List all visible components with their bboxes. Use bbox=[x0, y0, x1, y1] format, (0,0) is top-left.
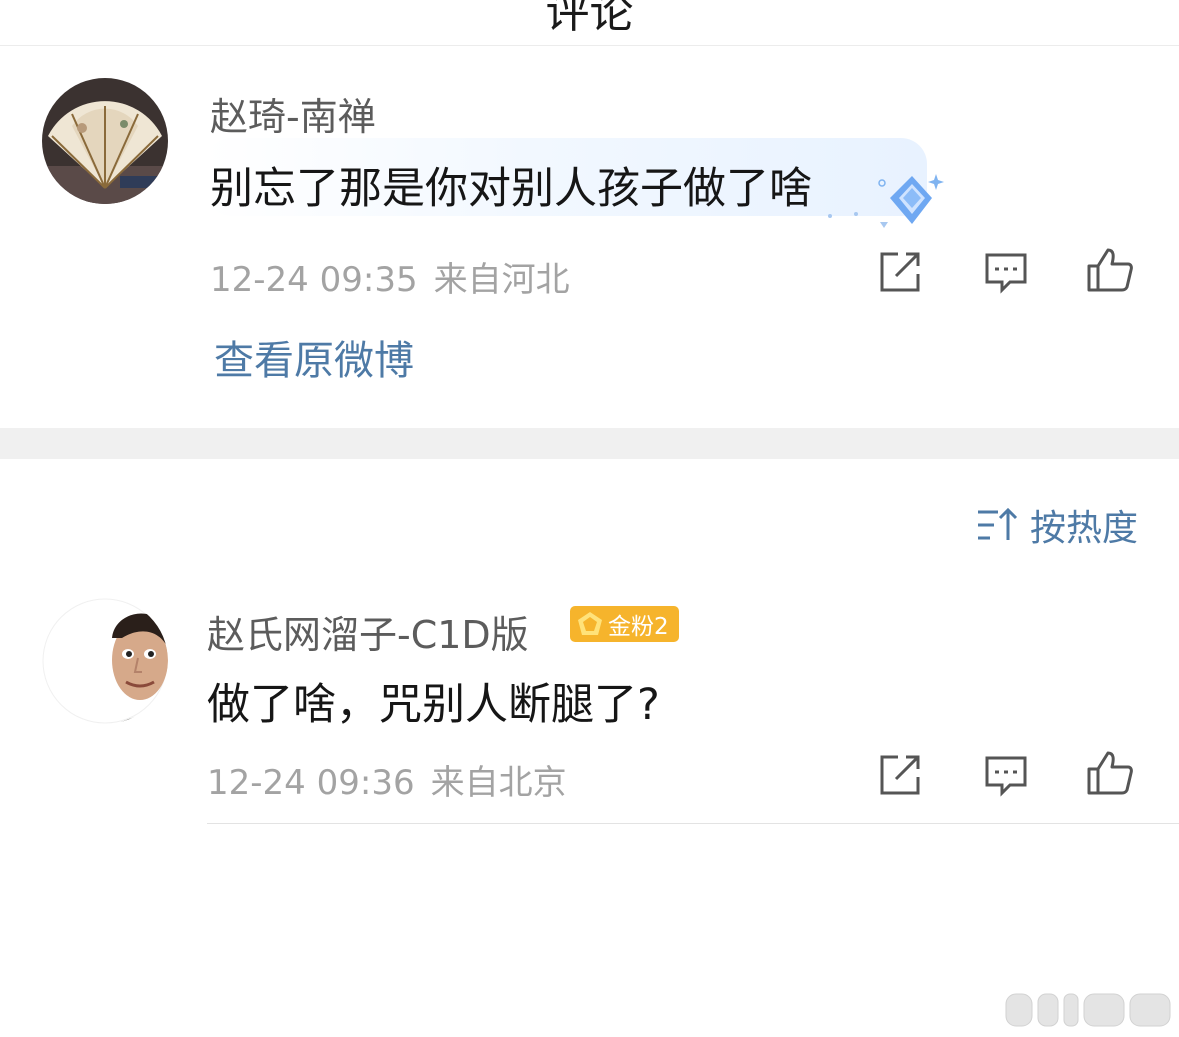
post-location: 来自河北 bbox=[433, 260, 570, 300]
fan-badge: 金粉2 bbox=[570, 606, 679, 642]
comment-divider bbox=[207, 823, 1179, 824]
section-divider bbox=[0, 428, 1179, 459]
page-title: 评论 bbox=[545, 0, 634, 38]
comment-content: 做了啥，咒别人断腿了? bbox=[207, 680, 660, 730]
fan-badge-icon bbox=[576, 610, 604, 638]
post-time: 12-24 09:35 bbox=[210, 260, 418, 300]
watermark-icon bbox=[1002, 990, 1174, 1030]
share-icon[interactable] bbox=[876, 248, 924, 296]
avatar[interactable] bbox=[42, 78, 168, 204]
author-name[interactable]: 赵琦-南禅 bbox=[210, 86, 376, 141]
view-original-post-link[interactable]: 查看原微博 bbox=[214, 328, 414, 386]
like-icon[interactable] bbox=[1086, 246, 1134, 294]
comment-author-name[interactable]: 赵氏网溜子-C1D版 bbox=[207, 604, 529, 659]
sort-button[interactable]: 按热度 bbox=[976, 502, 1139, 549]
post-content: 别忘了那是你对别人孩子做了啥 bbox=[210, 164, 812, 214]
comment-location: 来自北京 bbox=[430, 763, 567, 803]
comment-meta: 12-24 09:36 来自北京 bbox=[207, 755, 567, 804]
post-meta: 12-24 09:35 来自河北 bbox=[210, 252, 570, 301]
share-icon[interactable] bbox=[876, 751, 924, 799]
avatar[interactable] bbox=[42, 598, 168, 724]
comment-icon[interactable] bbox=[982, 248, 1030, 296]
comment-icon[interactable] bbox=[982, 751, 1030, 799]
like-icon[interactable] bbox=[1086, 749, 1134, 797]
top-bar: 评论 bbox=[0, 0, 1179, 46]
fan-badge-label: 金粉2 bbox=[608, 614, 669, 640]
comment-time: 12-24 09:36 bbox=[207, 763, 415, 803]
sort-label: 按热度 bbox=[1030, 508, 1139, 549]
sort-icon bbox=[976, 504, 1018, 546]
diamond-badge-icon bbox=[822, 168, 952, 232]
